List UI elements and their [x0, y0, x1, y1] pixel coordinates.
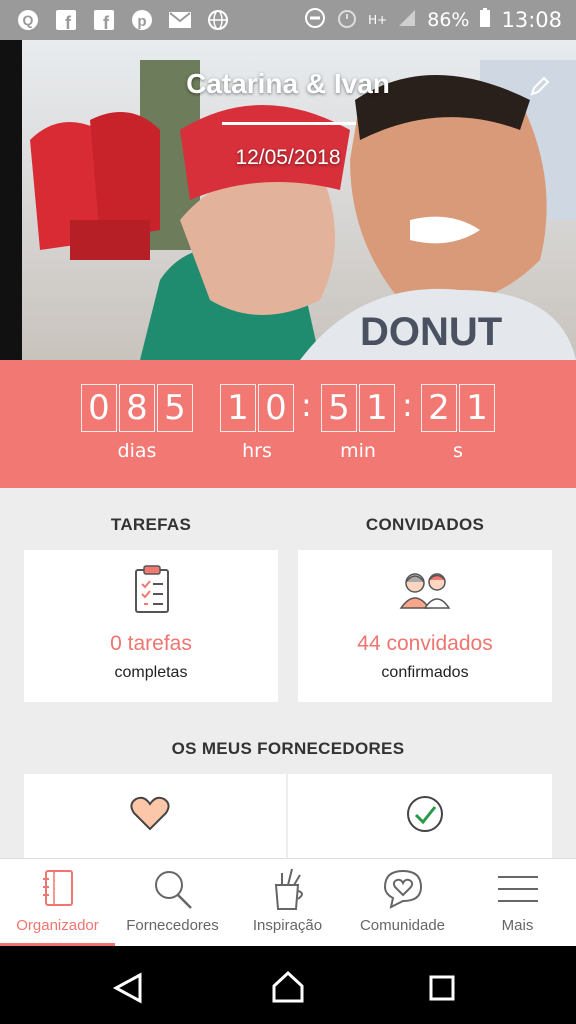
- time-separator: :: [402, 386, 413, 424]
- guests-heading: CONVIDADOS: [365, 515, 485, 534]
- network-type: H+: [368, 13, 388, 27]
- alarm-icon: [336, 7, 358, 34]
- tasks-count: 0 tarefas: [110, 632, 192, 655]
- tab-inspiracao[interactable]: Inspiração: [230, 859, 345, 947]
- guests-card[interactable]: 44 convidados confirmados: [298, 550, 552, 702]
- days-digit: 5: [157, 384, 193, 432]
- minutes-label: min: [340, 440, 376, 462]
- couple-names: Catarina & Ivan: [186, 68, 390, 99]
- clipboard-checklist-icon: [132, 564, 172, 618]
- tab-organizador[interactable]: Organizador: [0, 859, 115, 947]
- seconds-label: s: [453, 440, 463, 462]
- svg-text:f: f: [103, 13, 110, 31]
- vendors-booked-card[interactable]: [288, 774, 552, 858]
- back-icon[interactable]: [112, 972, 144, 1008]
- minutes-digit: 5: [321, 384, 357, 432]
- tab-label: Mais: [501, 917, 534, 934]
- title-underline: [222, 122, 356, 125]
- hours-digit: 0: [258, 384, 294, 432]
- pinterest-icon: p: [130, 8, 154, 32]
- bottom-tab-bar: Organizador Fornecedores Inspiração Comu…: [0, 858, 576, 947]
- tasks-status: completas: [114, 664, 188, 681]
- tab-label: Fornecedores: [126, 917, 219, 934]
- home-icon[interactable]: [271, 970, 305, 1008]
- heart-icon: [130, 796, 170, 836]
- do-not-disturb-icon: [304, 7, 326, 34]
- gmail-icon: [168, 8, 192, 32]
- minutes-digit: 1: [359, 384, 395, 432]
- tab-label: Organizador: [16, 917, 99, 934]
- battery-percent: 86%: [427, 9, 470, 31]
- days-label: dias: [117, 440, 157, 462]
- seconds-digit: 1: [459, 384, 495, 432]
- status-bar: Q f f p H+ 86% 13:08: [0, 0, 576, 40]
- wedding-date: 12/05/2018: [235, 146, 341, 169]
- vendors-heading: OS MEUS FORNECEDORES: [171, 739, 405, 758]
- tasks-heading: TAREFAS: [110, 515, 192, 534]
- clock: 13:08: [501, 8, 562, 32]
- couple-photo[interactable]: DONUT Catarina & Ivan 12/05/2018: [0, 40, 576, 360]
- signal-icon: [397, 8, 417, 33]
- svg-text:f: f: [65, 13, 72, 31]
- tab-fornecedores[interactable]: Fornecedores: [115, 859, 230, 947]
- hours-label: hrs: [242, 440, 272, 462]
- days-digit: 0: [81, 384, 117, 432]
- vendors-favorites-card[interactable]: [24, 774, 286, 858]
- facebook-icon: f: [92, 8, 116, 32]
- facebook-icon: f: [54, 8, 78, 32]
- svg-text:p: p: [137, 13, 146, 30]
- days-digit: 8: [119, 384, 155, 432]
- guests-status: confirmados: [381, 664, 469, 681]
- hours-digit: 1: [220, 384, 256, 432]
- tab-label: Comunidade: [359, 917, 446, 934]
- seconds-digit: 2: [421, 384, 457, 432]
- tab-mais[interactable]: Mais: [460, 859, 575, 947]
- guests-icon: [398, 570, 454, 614]
- globe-icon: [206, 8, 230, 32]
- check-circle-icon: [405, 794, 445, 838]
- battery-icon: [479, 7, 491, 33]
- time-separator: :: [301, 386, 312, 424]
- recent-apps-icon[interactable]: [428, 974, 456, 1006]
- guests-count: 44 convidados: [357, 632, 493, 655]
- countdown-timer: 0 8 5 dias 1 0 hrs : 5 1 min : 2 1 s: [0, 360, 576, 488]
- app-icon: Q: [16, 8, 40, 32]
- tab-label: Inspiração: [252, 917, 323, 934]
- tab-comunidade[interactable]: Comunidade: [345, 859, 460, 947]
- svg-text:DONUT: DONUT: [360, 310, 502, 354]
- edit-icon[interactable]: [528, 76, 550, 102]
- tasks-card[interactable]: 0 tarefas completas: [24, 550, 278, 702]
- system-navigation-bar: [0, 946, 576, 1024]
- svg-text:Q: Q: [23, 12, 34, 28]
